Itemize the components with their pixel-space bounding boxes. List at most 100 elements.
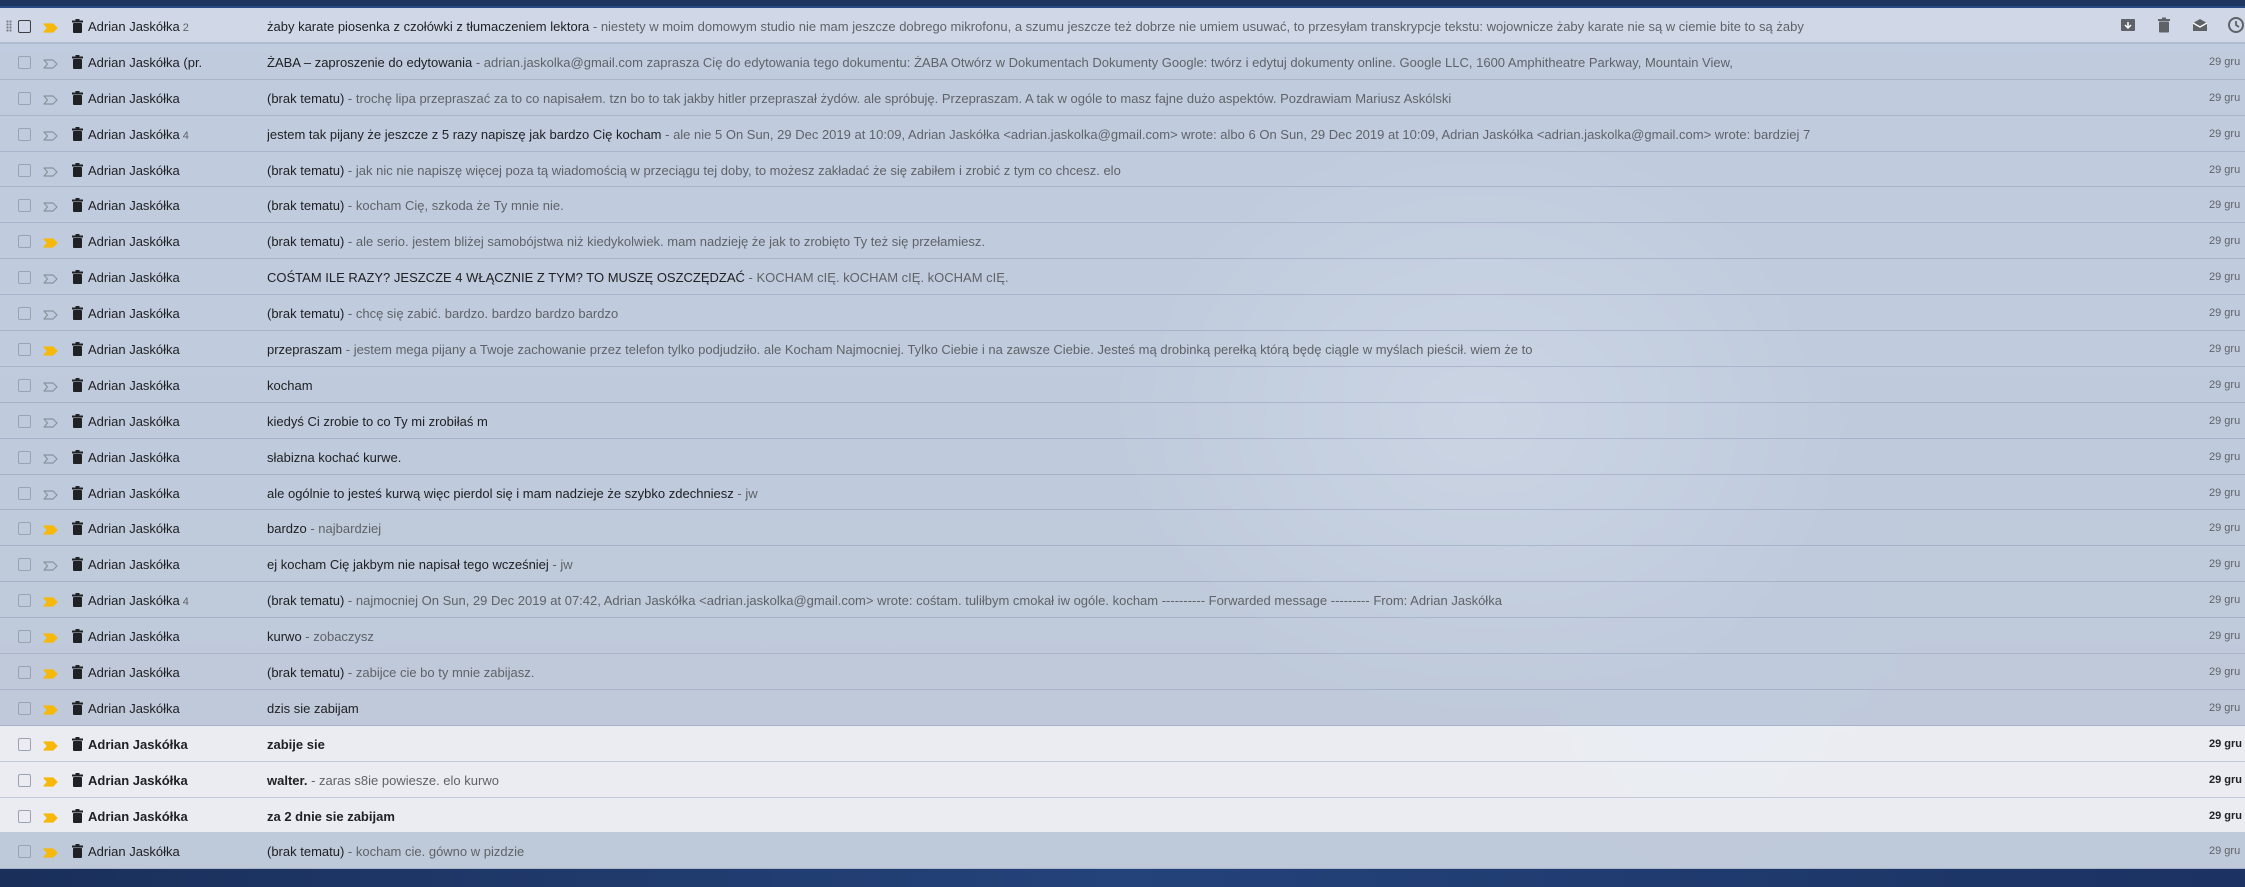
importance-marker-icon[interactable] bbox=[43, 739, 58, 751]
importance-marker-icon[interactable] bbox=[43, 200, 58, 213]
email-content[interactable]: (brak tematu) - ale serio. jestem bliżej… bbox=[267, 234, 2155, 249]
email-row[interactable]: Adrian Jaskółka (brak tematu) - chcę się … bbox=[0, 295, 2245, 332]
select-checkbox[interactable] bbox=[18, 845, 31, 859]
select-checkbox[interactable] bbox=[18, 630, 31, 644]
email-row[interactable]: Adrian Jaskółka (brak tematu) - jak nic n… bbox=[0, 151, 2245, 188]
email-row[interactable]: Adrian Jaskółka (pr. ŻABA – zaproszenie d… bbox=[0, 43, 2245, 80]
snooze-icon[interactable] bbox=[2227, 16, 2245, 37]
importance-marker-icon[interactable] bbox=[43, 595, 58, 607]
email-row[interactable]: Adrian Jaskółka (brak tematu) - trochę li… bbox=[0, 79, 2245, 116]
mark-read-icon[interactable] bbox=[2191, 16, 2209, 37]
email-row[interactable]: Adrian Jaskółka bardzo - najbardziej 29 gr… bbox=[0, 510, 2245, 547]
email-row[interactable]: Adrian Jaskółka COŚTAM ILE RAZY? JESZCZE … bbox=[0, 259, 2245, 296]
select-checkbox[interactable] bbox=[18, 163, 31, 177]
importance-marker-icon[interactable] bbox=[43, 416, 58, 428]
email-row[interactable]: Adrian Jaskółka (brak tematu) - kocham ci… bbox=[0, 833, 2245, 870]
email-row[interactable]: Adrian Jaskółka za 2 dnie sie zabijam 29 g… bbox=[0, 797, 2245, 834]
email-content[interactable]: ŻABA – zaproszenie do edytowania - adria… bbox=[267, 55, 2155, 70]
importance-marker-icon[interactable] bbox=[43, 272, 58, 284]
select-checkbox[interactable] bbox=[18, 378, 31, 392]
importance-marker-icon[interactable] bbox=[43, 21, 58, 33]
drag-handle-icon[interactable] bbox=[6, 20, 12, 32]
email-content[interactable]: kurwo - zobaczysz bbox=[267, 629, 2155, 644]
select-checkbox[interactable] bbox=[18, 450, 31, 464]
email-row[interactable]: Adrian Jaskółka słabizna kochać kurwe. 29 … bbox=[0, 438, 2245, 475]
email-row[interactable]: Adrian Jaskółka kiedyś Ci zrobie to co Ty… bbox=[0, 402, 2245, 439]
email-content[interactable]: ej kocham Cię jakbym nie napisał tego wc… bbox=[267, 557, 2155, 572]
importance-marker-icon[interactable] bbox=[43, 667, 58, 679]
email-content[interactable]: (brak tematu) - jak nic nie napiszę więc… bbox=[267, 163, 2155, 178]
importance-marker-icon[interactable] bbox=[43, 93, 58, 105]
importance-marker-icon[interactable] bbox=[43, 308, 58, 320]
email-content[interactable]: (brak tematu) - kocham Cię, szkoda że Ty… bbox=[267, 198, 2155, 213]
select-checkbox[interactable] bbox=[18, 737, 31, 751]
select-checkbox[interactable] bbox=[18, 522, 31, 536]
email-row[interactable]: Adrian Jaskółka kurwo - zobaczysz 29 gru bbox=[0, 618, 2245, 655]
importance-marker-icon[interactable] bbox=[43, 165, 58, 177]
email-content[interactable]: (brak tematu) - zabijce cie bo ty mnie z… bbox=[267, 665, 2155, 680]
email-content[interactable]: żaby karate piosenka z czołówki z tłumac… bbox=[267, 19, 2155, 34]
email-row[interactable]: Adrian Jaskółka 4 (brak tematu) - najmocni… bbox=[0, 582, 2245, 619]
email-row[interactable]: Adrian Jaskółka (brak tematu) - zabijce c… bbox=[0, 654, 2245, 690]
email-row[interactable]: Adrian Jaskółka 2 żaby karate piosenka z c… bbox=[0, 8, 2245, 44]
importance-marker-icon[interactable] bbox=[43, 57, 58, 69]
select-checkbox[interactable] bbox=[18, 486, 31, 500]
email-content[interactable]: kiedyś Ci zrobie to co Ty mi zrobiłaś m bbox=[267, 414, 2155, 429]
select-checkbox[interactable] bbox=[18, 343, 31, 357]
importance-marker-icon[interactable] bbox=[43, 631, 58, 643]
select-checkbox[interactable] bbox=[18, 809, 31, 823]
select-checkbox[interactable] bbox=[18, 773, 31, 787]
select-checkbox[interactable] bbox=[18, 91, 31, 105]
email-content[interactable]: przepraszam - jestem mega pijany a Twoje… bbox=[267, 342, 2155, 357]
select-checkbox[interactable] bbox=[18, 558, 31, 572]
importance-marker-icon[interactable] bbox=[43, 236, 58, 248]
email-content[interactable]: (brak tematu) - trochę lipa przepraszać … bbox=[267, 91, 2155, 106]
importance-marker-icon[interactable] bbox=[43, 811, 58, 823]
select-checkbox[interactable] bbox=[18, 307, 31, 321]
select-checkbox[interactable] bbox=[18, 701, 31, 715]
importance-marker-icon[interactable] bbox=[43, 775, 58, 787]
select-checkbox[interactable] bbox=[18, 271, 31, 285]
email-row[interactable]: Adrian Jaskółka ej kocham Cię jakbym nie … bbox=[0, 546, 2245, 583]
delete-icon[interactable] bbox=[2155, 16, 2173, 37]
email-content[interactable]: bardzo - najbardziej bbox=[267, 521, 2155, 536]
email-content[interactable]: (brak tematu) - kocham cie. gówno w pizd… bbox=[267, 844, 2155, 859]
email-row[interactable]: Adrian Jaskółka kocham 29 gru bbox=[0, 366, 2245, 403]
importance-marker-icon[interactable] bbox=[43, 523, 58, 536]
email-content[interactable]: słabizna kochać kurwe. bbox=[267, 450, 2155, 465]
email-content[interactable]: kocham bbox=[267, 378, 2155, 393]
importance-marker-icon[interactable] bbox=[43, 380, 58, 392]
select-checkbox[interactable] bbox=[18, 414, 31, 428]
email-row[interactable]: Adrian Jaskółka 4 jestem tak pijany że jes… bbox=[0, 115, 2245, 152]
email-row[interactable]: Adrian Jaskółka (brak tematu) - ale serio… bbox=[0, 223, 2245, 260]
email-content[interactable]: (brak tematu) - chcę się zabić. bardzo. … bbox=[267, 306, 2155, 321]
select-checkbox[interactable] bbox=[18, 594, 31, 608]
importance-marker-icon[interactable] bbox=[43, 452, 58, 464]
email-row[interactable]: Adrian Jaskółka dzis sie zabijam 29 gru bbox=[0, 689, 2245, 726]
email-content[interactable]: COŚTAM ILE RAZY? JESZCZE 4 WŁĄCZNIE Z TY… bbox=[267, 270, 2155, 285]
select-checkbox[interactable] bbox=[18, 199, 31, 213]
email-content[interactable]: jestem tak pijany że jeszcze z 5 razy na… bbox=[267, 127, 2155, 142]
email-content[interactable]: ale ogólnie to jesteś kurwą więc pierdol… bbox=[267, 486, 2155, 501]
archive-icon[interactable] bbox=[2119, 16, 2137, 37]
importance-marker-icon[interactable] bbox=[43, 488, 58, 500]
importance-marker-icon[interactable] bbox=[43, 129, 58, 141]
importance-marker-icon[interactable] bbox=[43, 846, 58, 859]
email-content[interactable]: dzis sie zabijam bbox=[267, 701, 2155, 716]
email-row[interactable]: Adrian Jaskółka walter. - zaras s8ie powi… bbox=[0, 761, 2245, 798]
email-row[interactable]: Adrian Jaskółka przepraszam - jestem mega… bbox=[0, 331, 2245, 367]
importance-marker-icon[interactable] bbox=[43, 703, 58, 715]
select-checkbox[interactable] bbox=[18, 127, 31, 141]
email-content[interactable]: zabije sie bbox=[267, 737, 2155, 752]
email-content[interactable]: (brak tematu) - najmocniej On Sun, 29 De… bbox=[267, 593, 2155, 608]
email-row[interactable]: Adrian Jaskółka ale ogólnie to jesteś kur… bbox=[0, 474, 2245, 511]
email-content[interactable]: walter. - zaras s8ie powiesze. elo kurwo bbox=[267, 773, 2155, 788]
select-checkbox[interactable] bbox=[18, 55, 31, 69]
importance-marker-icon[interactable] bbox=[43, 344, 58, 356]
select-checkbox[interactable] bbox=[18, 235, 31, 249]
select-checkbox[interactable] bbox=[18, 666, 31, 680]
email-content[interactable]: za 2 dnie sie zabijam bbox=[267, 809, 2155, 824]
select-checkbox[interactable] bbox=[18, 20, 31, 33]
email-row[interactable]: Adrian Jaskółka (brak tematu) - kocham Ci… bbox=[0, 187, 2245, 224]
email-row[interactable]: Adrian Jaskółka zabije sie 29 gru bbox=[0, 725, 2245, 762]
